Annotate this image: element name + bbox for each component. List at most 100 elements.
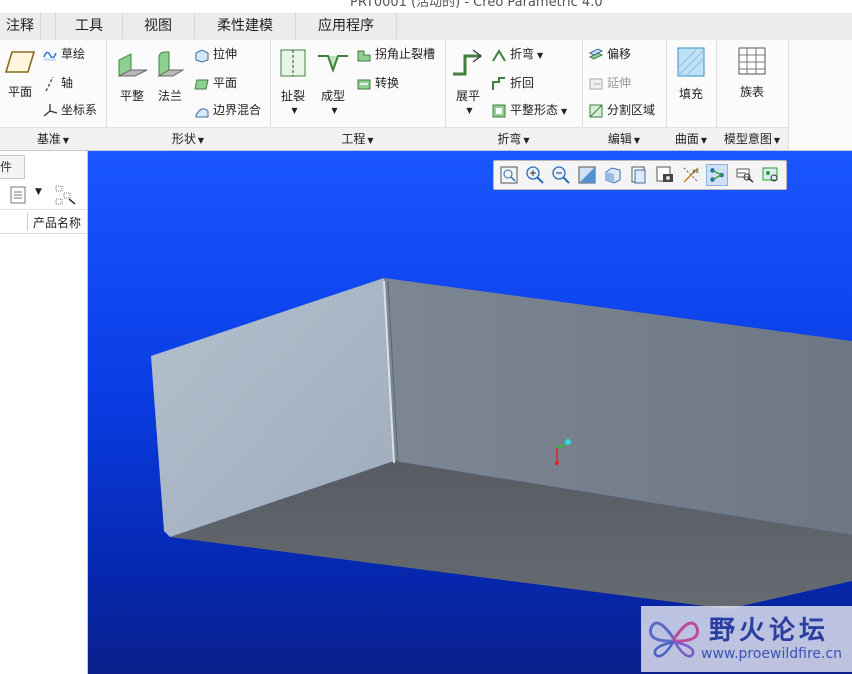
sketch-icon — [43, 51, 57, 61]
unbend-button[interactable]: 展平 ▼ — [449, 46, 487, 115]
group-engineering-label[interactable]: 工程 ▼ — [270, 127, 445, 150]
sketch-button[interactable]: 草绘 — [42, 44, 85, 64]
folder-browser-tab[interactable]: 文件夹 — [0, 155, 25, 179]
datum-display-icon[interactable]: xx — [680, 164, 702, 186]
list-view-icon[interactable] — [10, 186, 26, 204]
rip-icon — [280, 49, 306, 77]
watermark-url: www.proewildfire.cn — [701, 646, 843, 662]
form-label: 成型 — [320, 89, 345, 103]
tree-settings-icon[interactable] — [55, 185, 77, 205]
extend-label: 延伸 — [607, 76, 632, 90]
watermark-title: 野火论坛 — [709, 616, 830, 646]
zoom-in-icon[interactable] — [524, 164, 546, 186]
tab-tools[interactable]: 工具 — [55, 13, 123, 39]
forum-watermark: 野火论坛 www.proewildfire.cn — [641, 606, 852, 672]
flat-label: 平整 — [119, 89, 144, 103]
csys-button[interactable]: 坐标系 — [42, 100, 97, 120]
model-intent-group-title: 模型意图 — [723, 132, 772, 146]
flat-state-button[interactable]: 平整形态 ▼ — [491, 100, 567, 120]
tab-annotate[interactable]: 注释 — [0, 13, 41, 39]
fill-icon — [677, 47, 705, 77]
group-datum-label[interactable]: 基准 ▼ — [0, 127, 106, 150]
axis-label: 轴 — [61, 76, 74, 90]
chevron-down-icon: ▼ — [197, 136, 205, 145]
chevron-down-icon[interactable]: ▼ — [35, 187, 42, 197]
navigator-toolbar: ▼ — [0, 181, 87, 210]
extrude-button[interactable]: 拉伸 — [194, 44, 237, 64]
sheetmetal-part-model[interactable] — [88, 151, 852, 674]
chevron-down-icon: ▼ — [537, 51, 544, 60]
rip-label: 扯裂 — [280, 89, 305, 103]
chevron-down-icon: ▼ — [633, 136, 641, 145]
group-model-intent-label[interactable]: 模型意图 ▼ — [716, 127, 788, 150]
repaint-icon[interactable] — [576, 164, 598, 186]
datum-plane-icon — [4, 51, 36, 73]
rip-button[interactable]: 扯裂 ▼ — [274, 46, 312, 115]
bend-button[interactable]: 折弯 ▼ — [491, 44, 543, 64]
offset-button[interactable]: 偏移 — [588, 44, 631, 64]
unbend-label: 展平 — [455, 89, 480, 103]
refit-icon[interactable] — [498, 164, 520, 186]
extrude-label: 拉伸 — [213, 47, 238, 61]
family-table-button[interactable]: 族表 — [732, 46, 772, 100]
tab-applications[interactable]: 应用程序 — [296, 13, 397, 39]
engineering-group-title: 工程 — [341, 132, 366, 146]
annotation-display-icon[interactable] — [734, 164, 756, 186]
zoom-out-icon[interactable] — [550, 164, 572, 186]
planar-wall-icon — [194, 79, 209, 89]
appearance-icon[interactable] — [760, 164, 782, 186]
extrude-icon — [195, 48, 209, 63]
form-icon — [318, 55, 348, 73]
view-manager-icon[interactable] — [654, 164, 676, 186]
plane-button[interactable]: 平面 — [2, 48, 38, 100]
coordinate-system-icon — [43, 103, 58, 116]
form-button[interactable]: 成型 ▼ — [314, 46, 352, 115]
chevron-down-icon: ▼ — [466, 106, 473, 115]
navigator-panel: 文件夹 ▼ 产品名称 — [0, 151, 88, 674]
chevron-down-icon: ▼ — [700, 136, 708, 145]
chevron-down-icon: ▼ — [561, 107, 568, 116]
bend-back-button[interactable]: 折回 — [491, 73, 534, 93]
group-shapes-label[interactable]: 形状 ▼ — [106, 127, 270, 150]
group-surfaces-label[interactable]: 曲面 ▼ — [666, 127, 716, 150]
group-shapes: 平整 法兰 拉伸 平面 边界混合 形状 ▼ — [106, 40, 271, 150]
flange-label: 法兰 — [157, 89, 182, 103]
display-style-icon[interactable] — [602, 164, 624, 186]
folder-tab-label: 文件夹 — [0, 160, 13, 174]
offset-icon — [588, 47, 604, 60]
butterfly-logo-icon — [649, 621, 699, 658]
axis-button[interactable]: 轴 — [42, 73, 73, 93]
split-area-button[interactable]: 分割区域 — [588, 100, 655, 120]
chevron-down-icon: ▼ — [367, 136, 374, 145]
group-bends: 展平 ▼ 折弯 ▼ 折回 平整形态 ▼ 折弯 ▼ — [445, 40, 583, 150]
family-table-label: 族表 — [739, 85, 764, 99]
group-editing-label[interactable]: 编辑 ▼ — [582, 127, 666, 150]
convert-button[interactable]: 转换 — [356, 73, 399, 93]
chevron-down-icon: ▼ — [523, 136, 530, 145]
saved-views-icon[interactable] — [628, 164, 650, 186]
window-title: PRT0001 (活动的) - Creo Parametric 4.0 — [350, 0, 603, 10]
chevron-down-icon: ▼ — [291, 106, 298, 115]
tab-view[interactable]: 视图 — [122, 13, 195, 39]
plane-label: 平面 — [7, 85, 32, 99]
corner-relief-icon — [357, 50, 371, 61]
flange-button[interactable]: 法兰 — [152, 46, 188, 104]
bend-back-icon — [492, 76, 505, 90]
group-bends-label[interactable]: 折弯 ▼ — [445, 127, 582, 150]
product-name-header[interactable]: 产品名称 — [33, 214, 81, 231]
tab-flexible-modeling[interactable]: 柔性建模 — [195, 13, 296, 39]
flange-wall-icon — [157, 51, 185, 77]
extend-button[interactable]: 延伸 — [588, 73, 631, 93]
spin-center-icon[interactable] — [706, 164, 728, 186]
boundary-blend-button[interactable]: 边界混合 — [194, 100, 261, 120]
corner-relief-button[interactable]: 拐角止裂槽 — [356, 44, 435, 64]
group-surfaces: 填充 曲面 ▼ — [666, 40, 717, 150]
column-divider[interactable] — [27, 213, 28, 231]
boundary-blend-label: 边界混合 — [213, 103, 262, 117]
graphics-viewport[interactable]: xx 野火论坛 www.proewildfire.cn — [88, 151, 852, 674]
fill-button[interactable]: 填充 — [673, 46, 709, 102]
surfaces-group-title: 曲面 — [674, 132, 699, 146]
shapes-group-title: 形状 — [171, 132, 196, 146]
planar-button[interactable]: 平面 — [194, 73, 237, 93]
flat-wall-button[interactable]: 平整 — [114, 46, 150, 104]
